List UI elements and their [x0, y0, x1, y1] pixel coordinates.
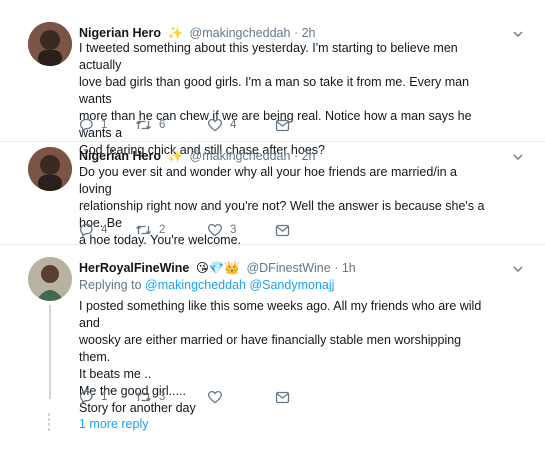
tweet[interactable]: Nigerian Hero ✨ @makingcheddah · 2h Do y… — [0, 142, 545, 247]
reply-count: 4 — [101, 224, 108, 236]
tweet-line: Do you ever sit and wonder why all your … — [79, 165, 457, 196]
like-button[interactable] — [207, 388, 230, 406]
dm-icon — [275, 119, 290, 131]
timestamp[interactable]: · 2h — [294, 26, 316, 40]
chevron-down-icon[interactable] — [513, 29, 523, 39]
reply-button[interactable]: 4 — [79, 221, 107, 239]
tweet-line: It beats me .. — [79, 367, 152, 381]
thread-line — [49, 305, 51, 399]
retweet-icon — [136, 392, 151, 402]
user-handle[interactable]: @DFinestWine — [246, 261, 330, 275]
direct-message-button[interactable] — [275, 116, 290, 134]
user-handle[interactable]: @makingcheddah — [190, 149, 291, 163]
reply-button[interactable]: 1 — [79, 388, 107, 406]
direct-message-button[interactable] — [275, 388, 290, 406]
more-replies-link[interactable]: 1 more reply — [79, 417, 148, 431]
like-count: 3 — [230, 224, 237, 236]
display-name[interactable]: HerRoyalFineWine — [79, 261, 189, 275]
dm-icon — [275, 224, 290, 236]
tweet-header: Nigerian Hero ✨ @makingcheddah · 2h — [79, 148, 316, 164]
like-icon — [207, 390, 223, 404]
replying-to-users[interactable]: @makingcheddah @Sandymonajj — [145, 278, 334, 292]
like-count: 4 — [230, 119, 237, 131]
retweet-count: 6 — [159, 119, 166, 131]
direct-message-button[interactable] — [275, 221, 290, 239]
timestamp[interactable]: · 1h — [334, 261, 356, 275]
display-name[interactable]: Nigerian Hero — [79, 149, 161, 163]
tweet-line: I posted something like this some weeks … — [79, 299, 482, 330]
tweet[interactable]: Nigerian Hero ✨ @makingcheddah · 2h I tw… — [0, 0, 545, 157]
replying-to-label: Replying to — [79, 278, 142, 292]
chevron-down-icon[interactable] — [513, 152, 523, 162]
reply-count: 1 — [101, 119, 108, 131]
dm-icon — [275, 391, 290, 403]
reply-icon — [79, 223, 93, 237]
reply-icon — [79, 118, 93, 132]
avatar[interactable] — [28, 257, 72, 301]
chevron-down-icon[interactable] — [513, 264, 523, 274]
display-name[interactable]: Nigerian Hero — [79, 26, 161, 40]
like-icon — [207, 223, 223, 237]
user-handle[interactable]: @makingcheddah — [190, 26, 291, 40]
tweet[interactable]: HerRoyalFineWine 😘💎👑 @DFinestWine · 1h R… — [0, 245, 545, 464]
retweet-icon — [136, 225, 151, 235]
avatar[interactable] — [28, 147, 72, 191]
timestamp[interactable]: · 2h — [294, 149, 316, 163]
reply-count: 1 — [101, 391, 108, 403]
replying-to: Replying to @makingcheddah @Sandymonajj — [79, 278, 334, 292]
sparkle-emoji: ✨ — [167, 149, 184, 163]
retweet-count: 2 — [159, 224, 166, 236]
tweet-actions: 1 3 — [79, 388, 309, 406]
retweet-count: 3 — [159, 391, 166, 403]
like-button[interactable]: 4 — [207, 116, 236, 134]
avatar[interactable] — [28, 22, 72, 66]
tweet-header: Nigerian Hero ✨ @makingcheddah · 2h — [79, 25, 316, 41]
retweet-button[interactable]: 6 — [135, 116, 165, 134]
like-button[interactable]: 3 — [207, 221, 236, 239]
sparkle-emoji: ✨ — [167, 26, 184, 40]
reply-button[interactable]: 1 — [79, 116, 107, 134]
tweet-header: HerRoyalFineWine 😘💎👑 @DFinestWine · 1h — [79, 260, 356, 276]
thread-dots — [48, 413, 50, 433]
tweet-actions: 4 2 3 — [79, 221, 309, 239]
retweet-button[interactable]: 2 — [135, 221, 165, 239]
emoji-badges: 😘💎👑 — [195, 261, 240, 275]
like-icon — [207, 118, 223, 132]
tweet-line: love bad girls than good girls. I'm a ma… — [79, 75, 470, 106]
tweet-actions: 1 6 4 — [79, 116, 309, 134]
tweet-line: I tweeted something about this yesterday… — [79, 41, 458, 72]
retweet-button[interactable]: 3 — [135, 388, 165, 406]
retweet-icon — [136, 120, 151, 130]
reply-icon — [79, 390, 93, 404]
tweet-line: woosky are either married or have financ… — [79, 333, 462, 364]
